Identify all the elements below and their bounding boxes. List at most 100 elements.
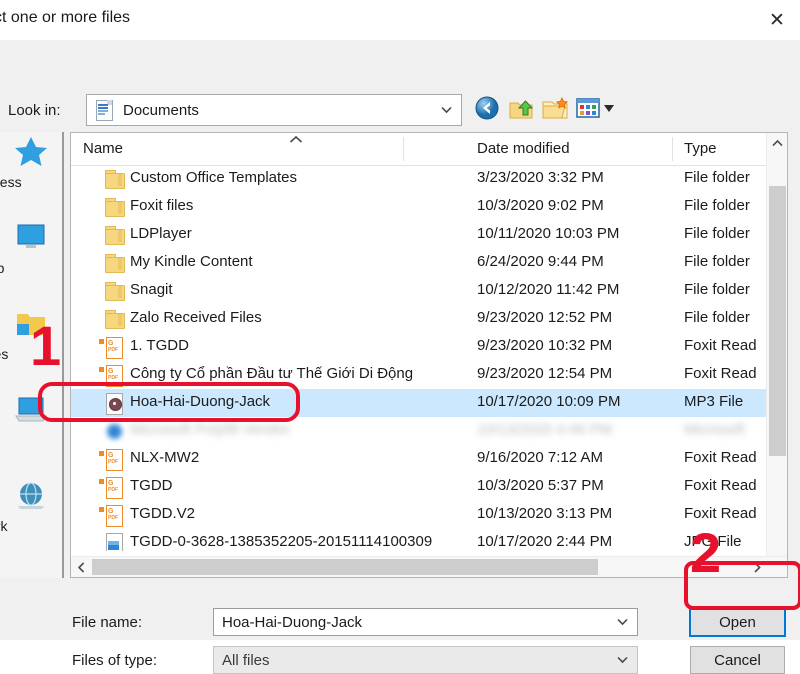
file-name-input[interactable]: Hoa-Hai-Duong-Jack xyxy=(213,608,638,636)
file-type-cell: MP3 File xyxy=(684,393,744,410)
file-date-cell: 10/17/2020 10:09 PM xyxy=(477,393,621,410)
title-bar: ct one or more files ✕ xyxy=(0,0,800,41)
place-label: PC xyxy=(0,432,62,448)
chevron-down-icon[interactable] xyxy=(617,618,628,626)
table-row[interactable]: G PDF TGDD 10/3/2020 5:37 PM Foxit Read xyxy=(71,473,787,501)
file-date-cell: 9/23/2020 12:52 PM xyxy=(477,309,613,326)
column-header-row: Name Date modified Type xyxy=(71,133,787,166)
folder-icon xyxy=(105,309,125,330)
file-name-cell: NLX-MW2 xyxy=(130,449,200,466)
table-row[interactable]: Microsoft Polyfill Vendor 10/13/2020 4:46… xyxy=(71,417,787,445)
pdf-file-icon: G PDF xyxy=(98,505,124,527)
file-date-cell: 9/16/2020 7:12 AM xyxy=(477,449,603,466)
horizontal-scrollbar[interactable] xyxy=(71,556,787,577)
table-row[interactable]: G PDF TGDD.V2 10/13/2020 3:13 PM Foxit Read xyxy=(71,501,787,529)
folder-icon xyxy=(105,197,125,218)
look-in-value: Documents xyxy=(123,101,199,119)
file-date-cell: 10/17/2020 2:44 PM xyxy=(477,533,613,550)
dialog-title: ct one or more files xyxy=(0,9,131,26)
file-date-cell: 10/3/2020 9:02 PM xyxy=(477,197,604,214)
file-open-dialog: ct one or more files ✕ Look in: Document… xyxy=(0,0,800,674)
new-folder-icon[interactable] xyxy=(540,93,570,123)
cancel-button[interactable]: Cancel xyxy=(690,646,785,674)
scroll-left-icon[interactable] xyxy=(71,557,91,577)
file-date-cell: 10/12/2020 11:42 PM xyxy=(477,281,620,298)
close-icon[interactable]: ✕ xyxy=(754,0,800,40)
files-of-type-select[interactable]: All files xyxy=(213,646,638,674)
table-row[interactable]: G PDF Công ty Cổ phần Đầu tư Thế Giới Di Đ… xyxy=(71,361,787,389)
file-name-value: Hoa-Hai-Duong-Jack xyxy=(222,614,363,631)
file-type-cell: Microsoft xyxy=(684,421,745,438)
place-label: ktop xyxy=(0,260,5,276)
place-quick-access[interactable]: access xyxy=(0,132,62,218)
file-name-cell: TGDD-0-3628-1385352205-20151114100309 xyxy=(130,533,433,550)
file-type-cell: Foxit Read xyxy=(684,505,757,522)
file-date-cell: 9/23/2020 12:54 PM xyxy=(477,365,613,382)
table-row[interactable]: LDPlayer 10/11/2020 10:03 PM File folder xyxy=(71,221,787,249)
mp3-file-icon xyxy=(105,393,124,415)
file-rows[interactable]: Custom Office Templates 3/23/2020 3:32 PM… xyxy=(71,165,787,551)
file-type-cell: Foxit Read xyxy=(684,337,757,354)
chevron-down-icon xyxy=(441,106,452,114)
column-header-date[interactable]: Date modified xyxy=(477,140,570,157)
file-date-cell: 10/3/2020 5:37 PM xyxy=(477,477,604,494)
file-name-cell: Custom Office Templates xyxy=(130,169,298,186)
folder-icon xyxy=(105,281,125,302)
back-arrow-icon[interactable] xyxy=(472,93,502,123)
file-name-cell: 1. TGDD xyxy=(130,337,189,354)
quick-access-star-icon xyxy=(15,137,47,166)
file-type-cell: File folder xyxy=(684,309,750,326)
table-row[interactable]: G PDF 1. TGDD 9/23/2020 10:32 PM Foxit Read xyxy=(71,333,787,361)
file-date-cell: 10/11/2020 10:03 PM xyxy=(477,225,620,242)
table-row[interactable]: Foxit files 10/3/2020 9:02 PM File folder xyxy=(71,193,787,221)
up-folder-icon[interactable] xyxy=(506,93,536,123)
table-row[interactable]: G PDF NLX-MW2 9/16/2020 7:12 AM Foxit Read xyxy=(71,445,787,473)
file-name-cell: LDPlayer xyxy=(130,225,192,242)
file-name-cell: Zalo Received Files xyxy=(130,309,262,326)
place-desktop[interactable]: ktop xyxy=(0,218,62,304)
chevron-down-icon[interactable] xyxy=(617,656,628,664)
file-type-cell: File folder xyxy=(684,225,750,242)
files-of-type-label: Files of type: xyxy=(72,652,158,669)
file-type-cell: File folder xyxy=(684,197,750,214)
this-pc-icon xyxy=(15,397,47,422)
file-name-cell: Foxit files xyxy=(130,197,194,214)
app-file-icon xyxy=(105,421,124,442)
image-file-icon xyxy=(105,533,124,551)
table-row[interactable]: Zalo Received Files 9/23/2020 12:52 PM Fil… xyxy=(71,305,787,333)
file-name-cell: TGDD xyxy=(130,477,173,494)
file-type-cell: File folder xyxy=(684,169,750,186)
scroll-right-icon[interactable] xyxy=(747,557,767,577)
vertical-scrollbar[interactable] xyxy=(766,133,787,577)
look-in-label: Look in: xyxy=(8,102,61,119)
vertical-scroll-thumb[interactable] xyxy=(769,186,786,456)
column-header-name[interactable]: Name xyxy=(83,140,123,157)
file-name-cell: Hoa-Hai-Duong-Jack xyxy=(130,393,271,410)
file-date-cell: 9/23/2020 10:32 PM xyxy=(477,337,613,354)
column-header-type[interactable]: Type xyxy=(684,140,717,157)
documents-folder-icon xyxy=(95,100,113,121)
folder-icon xyxy=(105,169,125,190)
file-date-cell: 10/13/2020 4:46 PM xyxy=(477,421,613,438)
file-type-cell: Foxit Read xyxy=(684,449,757,466)
place-label: access xyxy=(0,174,22,190)
file-name-label: File name: xyxy=(72,614,143,631)
place-network[interactable]: work xyxy=(0,476,62,562)
folder-icon xyxy=(105,253,125,274)
table-row[interactable]: Custom Office Templates 3/23/2020 3:32 PM… xyxy=(71,165,787,193)
network-globe-icon xyxy=(18,482,44,509)
table-row[interactable]: My Kindle Content 6/24/2020 9:44 PM File f… xyxy=(71,249,787,277)
file-name-cell: My Kindle Content xyxy=(130,253,253,270)
look-in-combobox[interactable]: Documents xyxy=(86,94,462,126)
file-type-cell: Foxit Read xyxy=(684,365,757,382)
place-this-pc[interactable]: PC xyxy=(0,390,62,476)
desktop-monitor-icon xyxy=(17,224,45,248)
table-row[interactable]: Hoa-Hai-Duong-Jack 10/17/2020 10:09 PM MP3… xyxy=(71,389,787,417)
table-row[interactable]: Snagit 10/12/2020 11:42 PM File folder xyxy=(71,277,787,305)
scroll-up-icon[interactable] xyxy=(767,133,787,153)
table-row[interactable]: TGDD-0-3628-1385352205-20151114100309 10/… xyxy=(71,529,787,551)
file-date-cell: 10/13/2020 3:13 PM xyxy=(477,505,613,522)
horizontal-scroll-thumb[interactable] xyxy=(92,559,598,575)
views-grid-icon[interactable] xyxy=(574,93,618,123)
open-button[interactable]: Open xyxy=(689,607,786,637)
